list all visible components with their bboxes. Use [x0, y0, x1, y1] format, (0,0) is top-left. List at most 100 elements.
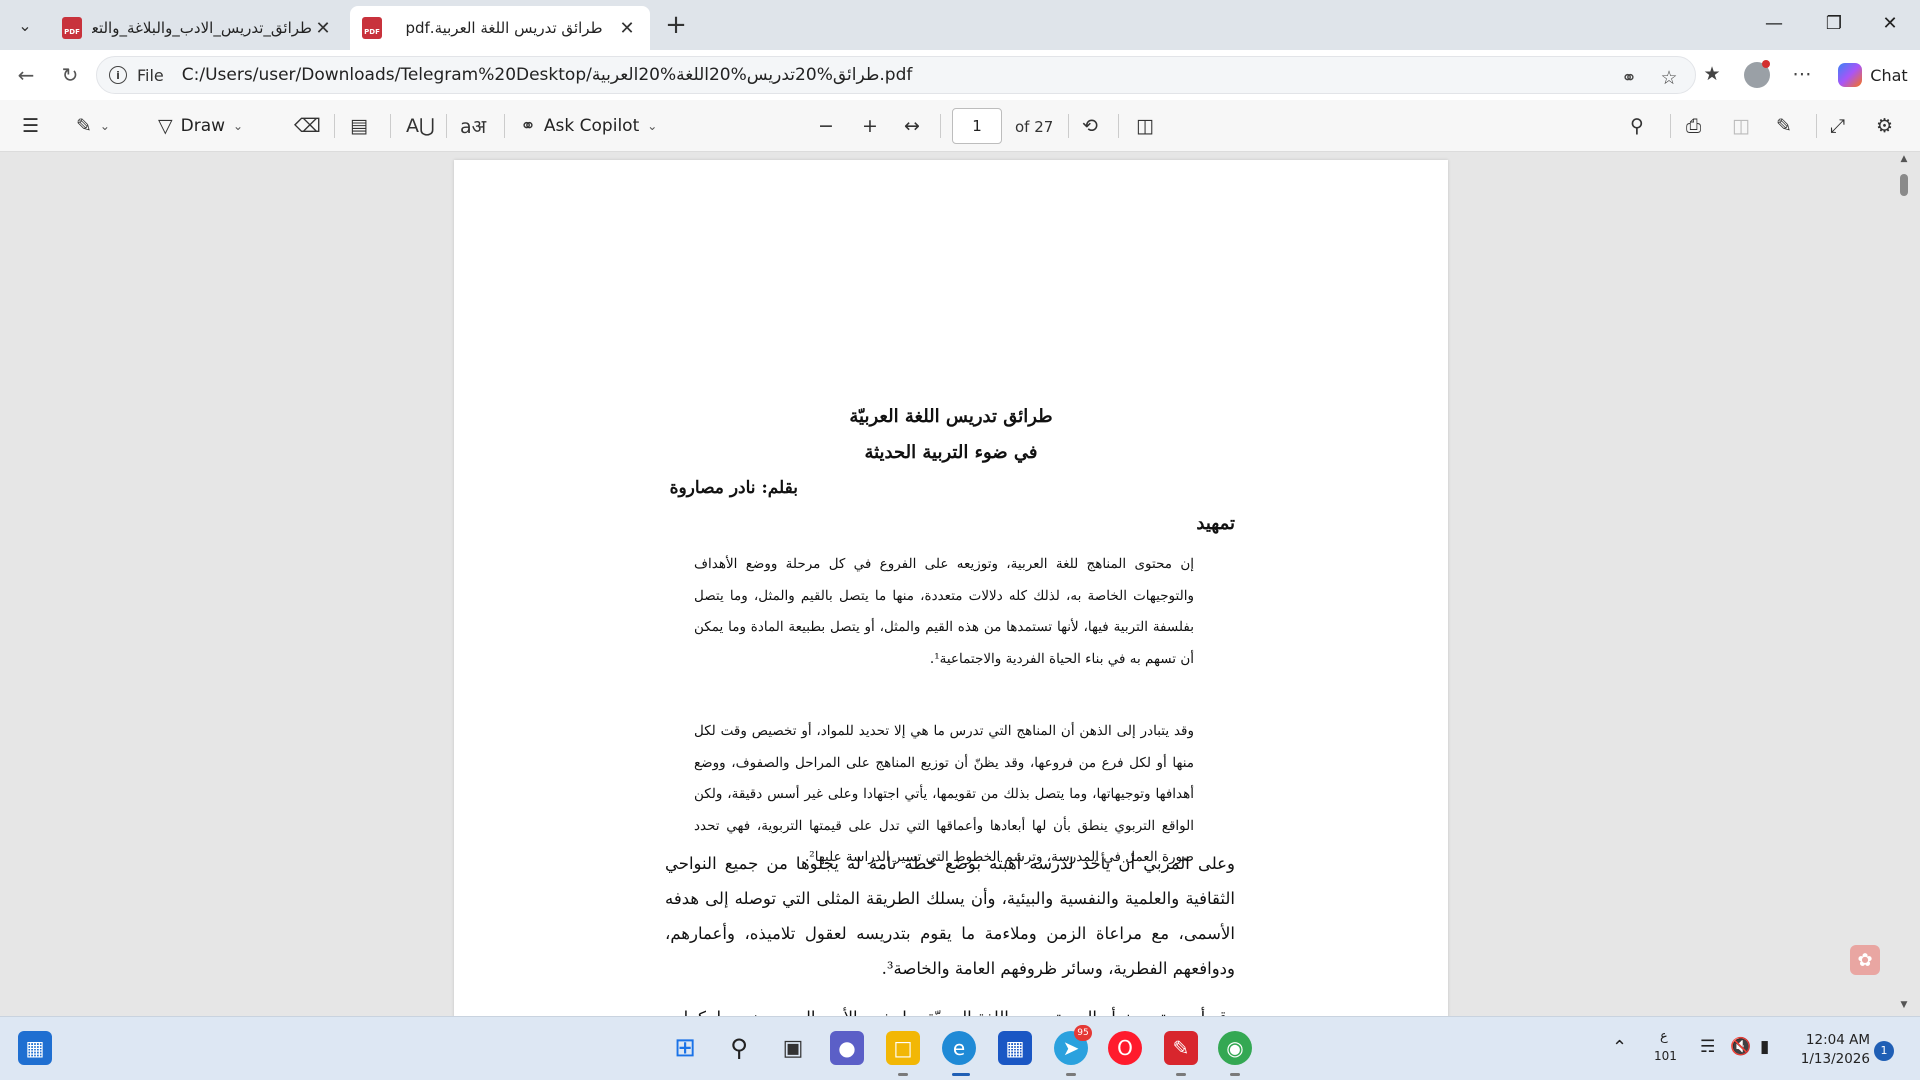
telegram-badge: 95 [1074, 1025, 1092, 1041]
pen-icon: ▽ [158, 115, 173, 137]
page-number-input[interactable]: 1 [952, 108, 1002, 144]
widgets-icon[interactable]: ▦ [18, 1031, 52, 1065]
toolbar-divider [1816, 114, 1817, 138]
print-button[interactable]: ⎙ [1686, 111, 1701, 141]
fit-width-icon: ↔ [904, 115, 920, 137]
save-as-button[interactable]: ✎ [1776, 111, 1792, 141]
copilot-icon: ⚭ [520, 115, 536, 137]
chat-button[interactable]: Chat [1832, 58, 1914, 92]
tab-active[interactable]: PDF طرائق تدريس اللغة العربية.pdf ✕ [350, 6, 650, 50]
chevron-down-icon: ⌄ [18, 15, 32, 35]
clock[interactable]: 12:04 AM 1/13/2026 [1790, 1031, 1870, 1069]
chevron-up-icon[interactable]: ⌃ [1612, 1037, 1627, 1058]
document-subtitle: في ضوء التربية الحديثة [864, 442, 1038, 463]
toolbar-divider [1670, 114, 1671, 138]
volume-muted-icon[interactable]: 🔇 [1730, 1037, 1751, 1057]
running-indicator [1176, 1073, 1186, 1076]
pdf-icon: PDF [62, 17, 82, 39]
edge-icon[interactable]: e [942, 1031, 976, 1065]
toolbar-divider [940, 114, 941, 138]
clock-time: 12:04 AM [1805, 1032, 1870, 1048]
add-text-button[interactable]: ▤ [350, 111, 368, 141]
translate-button[interactable]: aअ [460, 111, 486, 141]
tab-inactive[interactable]: PDF طرائق_تدريس_الادب_والبلاغة_والتعبير … [50, 6, 346, 50]
restore-button[interactable]: ❐ [1806, 0, 1862, 46]
url-text[interactable]: C:/Users/user/Downloads/Telegram%20Deskt… [182, 65, 913, 85]
scroll-down-icon[interactable]: ▼ [1898, 1000, 1910, 1012]
tab-title: طرائق تدريس اللغة العربية.pdf [405, 19, 603, 37]
arrow-left-icon: ← [17, 63, 35, 87]
pdf-app-icon[interactable]: ✎ [1164, 1031, 1198, 1065]
toolbar-divider [446, 114, 447, 138]
page-view-button[interactable]: ◫ [1136, 111, 1154, 141]
ask-copilot-label: Ask Copilot [543, 116, 640, 136]
toolbar-divider [1068, 114, 1069, 138]
new-tab-button[interactable]: + [660, 10, 692, 42]
page-count: of 27 [1015, 118, 1054, 136]
adobe-acrobat-icon[interactable]: ✿ [1850, 945, 1880, 975]
read-aloud-icon: A⋃ [406, 115, 435, 137]
rotate-button[interactable]: ⟲ [1082, 111, 1098, 141]
tab-actions-menu-button[interactable]: ⌄ [8, 8, 42, 42]
document-title: طرائق تدريس اللغة العربيّة [849, 406, 1053, 427]
draw-button[interactable]: ▽ Draw ⌄ [158, 111, 243, 141]
info-icon[interactable]: i [109, 66, 127, 84]
save-as-icon: ✎ [1776, 115, 1792, 137]
plus-icon: + [862, 115, 878, 137]
zoom-in-button[interactable]: + [862, 111, 878, 141]
zoom-out-button[interactable]: − [818, 111, 834, 141]
address-bar[interactable]: i File C:/Users/user/Downloads/Telegram%… [96, 56, 1696, 94]
back-button[interactable]: ← [10, 59, 42, 91]
refresh-button[interactable]: ↻ [54, 59, 86, 91]
vertical-scrollbar[interactable]: ▲ ▼ [1896, 152, 1912, 1016]
search-button[interactable]: ⚲ [1630, 111, 1644, 141]
input-language[interactable]: ع [1660, 1029, 1668, 1044]
file-explorer-icon[interactable]: □ [886, 1031, 920, 1065]
task-view-icon[interactable]: ▣ [776, 1031, 810, 1065]
paragraph: إن محتوى المناهج للغة العربية، وتوزيعه ع… [694, 556, 1194, 667]
pdf-toolbar: ☰ ✎ ⌄ ▽ Draw ⌄ ⌫ ▤ A⋃ aअ ⚭ Ask Copilot ⌄ … [0, 100, 1920, 152]
close-icon[interactable]: ✕ [312, 18, 334, 39]
search-icon[interactable]: ⚲ [722, 1031, 756, 1065]
document-author: بقلم: نادر مصاروة [669, 478, 798, 498]
notification-count[interactable]: 1 [1874, 1041, 1894, 1061]
chevron-down-icon[interactable]: ⌄ [100, 119, 110, 133]
chevron-down-icon[interactable]: ⌄ [233, 119, 243, 133]
favorites-icon[interactable]: ★ [1700, 62, 1724, 86]
pdf-viewer[interactable]: طرائق تدريس اللغة العربيّة في ضوء التربي… [0, 152, 1920, 1016]
active-indicator [952, 1073, 970, 1076]
chrome-icon[interactable]: ◉ [1218, 1031, 1252, 1065]
contents-button[interactable]: ☰ [22, 111, 39, 141]
teams-chat-icon[interactable]: ● [830, 1031, 864, 1065]
copilot-icon [1838, 63, 1863, 87]
toolbar-divider [334, 114, 335, 138]
full-screen-button[interactable]: ⤢ [1830, 111, 1845, 141]
battery-icon[interactable]: ▮ [1760, 1037, 1769, 1057]
expand-icon: ⤢ [1830, 115, 1846, 137]
running-indicator [898, 1073, 908, 1076]
more-icon[interactable]: ⋯ [1790, 62, 1814, 86]
section-heading: تمهيد [1196, 513, 1235, 534]
store-icon[interactable]: ▦ [998, 1031, 1032, 1065]
scroll-up-icon[interactable]: ▲ [1898, 154, 1910, 166]
minimize-button[interactable]: — [1746, 0, 1802, 46]
search-icon: ⚲ [1630, 115, 1644, 137]
read-aloud-button[interactable]: A⋃ [406, 111, 435, 141]
start-icon[interactable]: ⊞ [668, 1031, 702, 1065]
chevron-down-icon[interactable]: ⌄ [647, 119, 657, 133]
close-icon[interactable]: ✕ [616, 18, 638, 39]
window-close-button[interactable]: ✕ [1862, 0, 1918, 46]
fit-to-width-button[interactable]: ↔ [904, 111, 920, 141]
star-icon[interactable]: ☆ [1657, 66, 1681, 90]
tab-strip: ⌄ PDF طرائق_تدريس_الادب_والبلاغة_والتعبي… [0, 0, 1920, 50]
scrollbar-thumb[interactable] [1900, 174, 1908, 196]
ask-copilot-button[interactable]: ⚭ Ask Copilot ⌄ [520, 111, 657, 141]
opera-icon[interactable]: O [1108, 1031, 1142, 1065]
erase-button[interactable]: ⌫ [294, 111, 321, 141]
settings-button[interactable]: ⚙ [1876, 111, 1893, 141]
save-button[interactable]: ◫ [1732, 111, 1750, 141]
copilot-page-icon[interactable]: ⚭ [1617, 66, 1641, 90]
highlight-button[interactable]: ✎ ⌄ [76, 111, 110, 141]
wifi-icon[interactable]: ☴ [1700, 1037, 1715, 1057]
rotate-icon: ⟲ [1082, 115, 1098, 137]
